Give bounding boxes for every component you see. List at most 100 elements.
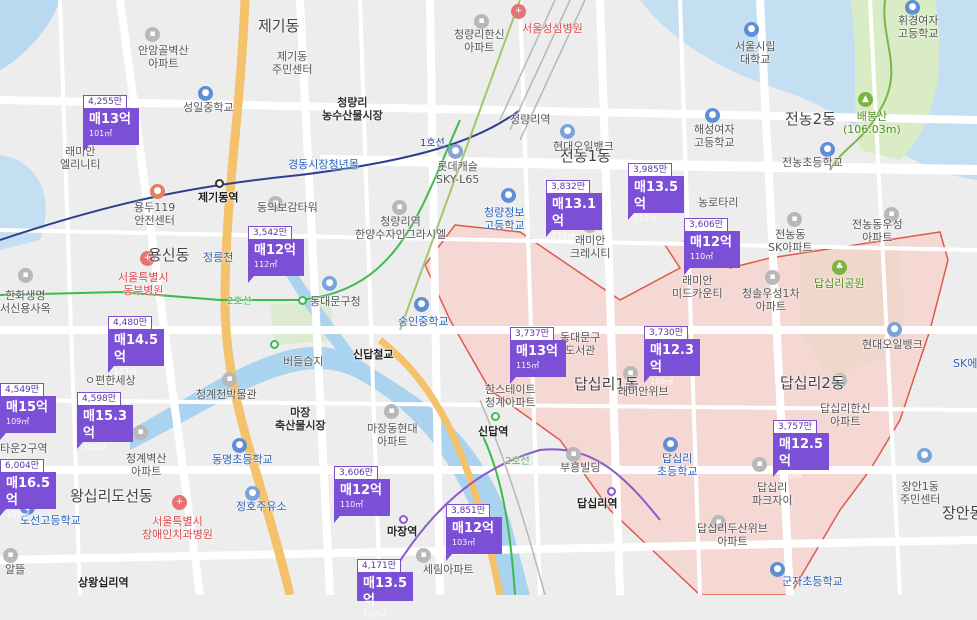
station-dot-jegi[interactable] — [215, 179, 224, 188]
place-majang-market: 마장 축산물시장 — [275, 406, 326, 432]
marker-area: 115㎡ — [516, 361, 540, 370]
apartment-icon[interactable]: ▪ — [145, 27, 160, 42]
mall-icon[interactable]: ● — [448, 144, 463, 159]
price-marker[interactable]: 4,598만 매15.3억 110㎡ — [77, 386, 133, 452]
price-marker[interactable]: 4,171만 매13.5억 107㎡ — [357, 553, 413, 619]
school-icon[interactable]: ● — [414, 297, 429, 312]
marker-body: 매12억 103㎡ — [446, 517, 502, 554]
gas-station-icon[interactable]: ● — [245, 486, 260, 501]
marker-body: 매16.5억 109㎡ — [0, 472, 56, 519]
station-dot-majang[interactable] — [399, 515, 408, 524]
marker-sale-price: 매12.3억 — [650, 343, 695, 375]
school-icon[interactable]: ● — [198, 86, 213, 101]
marker-sale-price: 매13억 — [89, 112, 132, 127]
apartment-icon[interactable]: ▪ — [787, 212, 802, 227]
mountain-icon[interactable]: ▲ — [858, 92, 873, 107]
price-marker[interactable]: 4,549만 매15억 109㎡ — [0, 377, 56, 440]
hospital-icon[interactable]: + — [172, 495, 187, 510]
station-dot-yongdu[interactable] — [298, 296, 307, 305]
apartment-icon[interactable]: ▪ — [18, 268, 33, 283]
bank-icon[interactable]: ● — [887, 322, 902, 337]
hospital-icon[interactable]: + — [511, 4, 526, 19]
apartment-icon[interactable]: ▪ — [133, 425, 148, 440]
place-cheonggye-byeoksan: 청계벽산 아파트 — [126, 452, 167, 478]
marker-sale-price: 매15억 — [6, 400, 49, 415]
park-icon[interactable]: ♣ — [832, 260, 847, 275]
marker-price-per-pyeong: 3,832만 — [546, 180, 591, 193]
place-sungin: 숭인중학교 — [398, 315, 449, 328]
apartment-icon[interactable]: ▪ — [222, 372, 237, 387]
price-marker[interactable]: 3,730만 매12.3억 109㎡ — [644, 320, 700, 386]
station-dot-sinseol[interactable] — [270, 340, 279, 349]
marker-price-per-pyeong: 4,480만 — [108, 316, 153, 329]
place-ddm-library: 동대문구 도서관 — [560, 331, 601, 357]
school-icon[interactable]: ● — [905, 0, 920, 15]
apartment-icon[interactable]: ▪ — [765, 270, 780, 285]
place-sindap-bridge: 신답철교 — [353, 348, 394, 361]
place-dongmyeong: 동명초등학교 — [212, 453, 273, 466]
government-icon[interactable]: ● — [322, 276, 337, 291]
place-jeonnong1: 전농1동 — [560, 147, 611, 165]
marker-area: 113㎡ — [552, 231, 576, 240]
marker-body: 매13.5억 112㎡ — [628, 176, 684, 223]
school-icon[interactable]: ● — [501, 188, 516, 203]
station-dot-sindap[interactable] — [491, 412, 500, 421]
price-marker[interactable]: 3,542만 매12억 112㎡ — [248, 220, 304, 283]
price-marker[interactable]: 4,480만 매14.5억 107㎡ — [108, 310, 164, 376]
school-icon[interactable]: ● — [744, 22, 759, 37]
marker-price-per-pyeong: 3,851만 — [446, 504, 491, 517]
price-marker[interactable]: 3,737만 매13억 115㎡ — [510, 321, 566, 384]
place-solsol: 청솔우성1차 아파트 — [742, 287, 800, 313]
place-dapsimni-elem: 답십리 초등학교 — [657, 452, 698, 478]
place-gunja-elem: 군자초등학교 — [782, 575, 843, 588]
school-icon[interactable]: ● — [820, 142, 835, 157]
school-icon[interactable]: ● — [232, 438, 247, 453]
marker-area: 109㎡ — [6, 510, 30, 519]
price-marker[interactable]: 3,832만 매13.1억 113㎡ — [546, 174, 602, 240]
apartment-icon[interactable]: ▪ — [752, 457, 767, 472]
price-marker[interactable]: 3,851만 매12억 103㎡ — [446, 498, 502, 561]
bank-icon[interactable]: ● — [560, 124, 575, 139]
price-marker[interactable]: 3,985만 매13.5억 112㎡ — [628, 157, 684, 223]
apartment-icon[interactable]: ▪ — [3, 548, 18, 563]
place-dongdaemungu: 동대문구청 — [310, 295, 361, 308]
community-center-icon[interactable]: ● — [917, 448, 932, 463]
marker-sale-price: 매15.3억 — [83, 409, 128, 441]
apartment-icon[interactable]: ▪ — [474, 14, 489, 29]
price-marker[interactable]: 3,757만 매12.5억 110㎡ — [773, 414, 829, 480]
price-marker[interactable]: 3,606만 매12억 110㎡ — [684, 212, 740, 275]
price-marker[interactable]: 6,004만 매16.5억 109㎡ — [0, 453, 56, 519]
marker-body: 매13.1억 113㎡ — [546, 193, 602, 240]
place-bupung: 부흥빌딩 — [560, 461, 601, 474]
marker-body: 매12.3억 109㎡ — [644, 339, 700, 386]
school-icon[interactable]: ● — [705, 108, 720, 123]
place-jeongho: 정호주유소 — [236, 500, 287, 513]
marker-tail — [684, 268, 690, 275]
place-hyundai-bank2: 현대오일뱅크 — [862, 338, 923, 351]
place-hanseonstate: 한스테이트 청계아파트 — [485, 383, 536, 409]
place-majang-hyundai: 마장동현대 아파트 — [367, 422, 418, 448]
place-cheongnyangni-station: 청량리역 — [510, 113, 551, 126]
price-marker[interactable]: 4,255만 매13억 101㎡ — [83, 89, 139, 152]
apartment-icon[interactable]: ▪ — [392, 200, 407, 215]
apartment-icon[interactable]: ▪ — [566, 447, 581, 462]
place-cheongnyangni-apt: 청량리한신 아파트 — [454, 28, 505, 54]
apartment-icon[interactable]: ▪ — [384, 404, 399, 419]
marker-body: 매13억 115㎡ — [510, 340, 566, 377]
marker-sale-price: 매12.5억 — [779, 437, 824, 469]
marker-body: 매13억 101㎡ — [83, 108, 139, 145]
place-jegi-center: 제기동 주민센터 — [272, 50, 313, 76]
school-icon[interactable]: ● — [663, 437, 678, 452]
marker-sale-price: 매13억 — [516, 344, 559, 359]
marker-body: 매12.5억 110㎡ — [773, 433, 829, 480]
price-marker[interactable]: 3,606만 매12억 110㎡ — [334, 460, 390, 523]
marker-area: 101㎡ — [89, 129, 113, 138]
marker-price-per-pyeong: 3,730만 — [644, 326, 689, 339]
apartment-icon[interactable]: ▪ — [416, 548, 431, 563]
marker-price-per-pyeong: 6,004만 — [0, 459, 45, 472]
place-dapsimni-park: 답십리공원 — [814, 277, 865, 290]
marker-price-per-pyeong: 4,549만 — [0, 383, 45, 396]
fire-station-icon[interactable]: ● — [150, 184, 165, 199]
marker-area: 107㎡ — [114, 367, 138, 376]
station-dot-dapsimni[interactable] — [607, 487, 616, 496]
